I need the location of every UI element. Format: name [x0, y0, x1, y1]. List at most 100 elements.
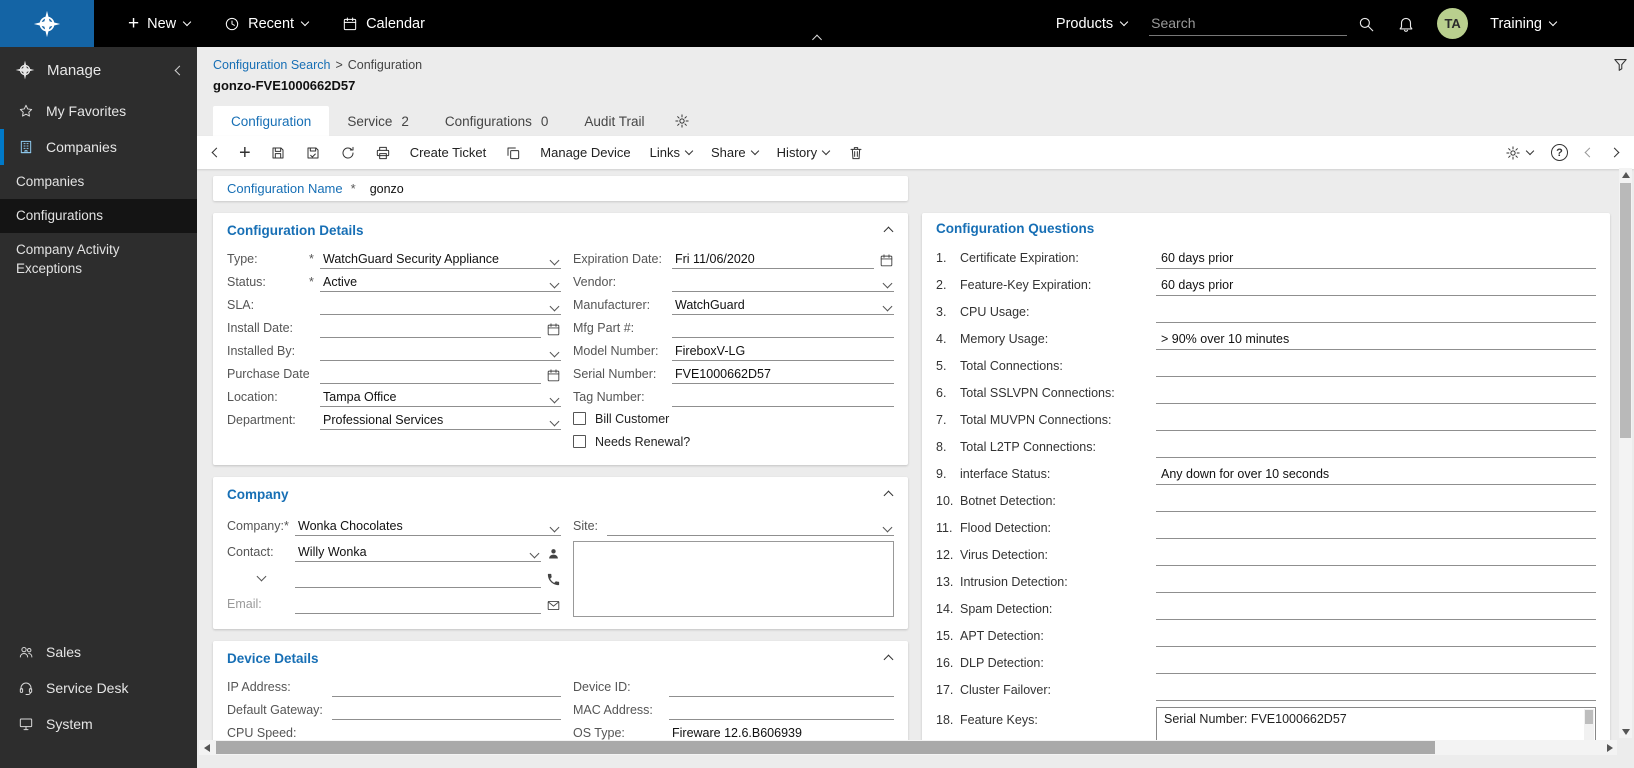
question-answer-input[interactable]: [1156, 373, 1596, 377]
refresh-button[interactable]: [340, 145, 356, 161]
scroll-up-arrow[interactable]: [1619, 168, 1632, 181]
field-input[interactable]: [669, 717, 894, 720]
question-answer-input[interactable]: [1156, 697, 1596, 701]
question-answer-input[interactable]: [1156, 454, 1596, 458]
back-button[interactable]: [213, 149, 220, 156]
question-answer-input[interactable]: [1156, 616, 1596, 620]
sidebar-item-service-desk[interactable]: Service Desk: [0, 670, 197, 706]
vertical-scroll-thumb[interactable]: [1620, 183, 1631, 438]
question-answer-input[interactable]: 60 days prior: [1156, 278, 1596, 296]
search-icon[interactable]: [1357, 15, 1375, 33]
sidebar-sub-item[interactable]: Companies: [0, 165, 197, 199]
add-button[interactable]: +: [239, 143, 251, 163]
field-input[interactable]: Fri 11/06/2020: [672, 252, 874, 269]
field-input[interactable]: [320, 335, 541, 338]
question-answer-input[interactable]: [1156, 589, 1596, 593]
company-select[interactable]: Wonka Chocolates: [295, 519, 561, 536]
share-menu-button[interactable]: Share: [711, 145, 758, 160]
scroll-right-arrow[interactable]: [1602, 740, 1617, 755]
vertical-scrollbar[interactable]: [1619, 168, 1632, 738]
scroll-left-arrow[interactable]: [199, 740, 214, 755]
phone-input[interactable]: [295, 585, 541, 588]
horizontal-scrollbar[interactable]: [199, 740, 1617, 755]
field-input[interactable]: [669, 694, 894, 697]
phone-icon[interactable]: [541, 572, 561, 588]
print-button[interactable]: [375, 145, 391, 161]
contact-select[interactable]: Willy Wonka: [295, 545, 541, 562]
collapse-sidebar-icon[interactable]: [175, 65, 185, 75]
tab-configuration[interactable]: Configuration: [213, 106, 329, 136]
question-answer-input[interactable]: [1156, 562, 1596, 566]
field-input[interactable]: [320, 381, 541, 384]
question-answer-input[interactable]: [1156, 670, 1596, 674]
site-select[interactable]: [607, 524, 894, 536]
sidebar-item-companies[interactable]: Companies: [0, 129, 197, 165]
question-answer-input[interactable]: 60 days prior: [1156, 251, 1596, 269]
address-textarea[interactable]: [573, 541, 894, 617]
save-button[interactable]: [270, 145, 286, 161]
manage-device-button[interactable]: Manage Device: [540, 145, 630, 160]
tab-settings-gear-icon[interactable]: [674, 106, 690, 136]
scroll-down-arrow[interactable]: [1619, 725, 1632, 738]
filter-funnel-icon[interactable]: [1612, 56, 1629, 73]
field-input[interactable]: FireboxV-LG: [672, 344, 894, 361]
copy-button[interactable]: [505, 145, 521, 161]
new-menu-button[interactable]: + New: [128, 14, 190, 33]
delete-button[interactable]: [848, 145, 864, 161]
question-answer-input[interactable]: [1156, 319, 1596, 323]
tab-audit-trail[interactable]: Audit Trail: [566, 106, 662, 136]
field-input[interactable]: Professional Services: [320, 413, 561, 430]
sidebar-sub-item[interactable]: Configurations: [0, 199, 197, 233]
user-avatar[interactable]: TA: [1437, 8, 1468, 39]
feature-keys-textarea[interactable]: Serial Number: FVE1000662D57: [1156, 707, 1596, 740]
field-input[interactable]: [320, 303, 561, 315]
field-input[interactable]: FVE1000662D57: [672, 367, 894, 384]
tab-service[interactable]: Service 2: [329, 106, 427, 136]
previous-record-button[interactable]: [1586, 149, 1593, 156]
field-input[interactable]: [672, 280, 894, 292]
collapse-header-button[interactable]: [814, 0, 821, 47]
sidebar-brand-manage[interactable]: Manage: [0, 47, 197, 93]
phone-type-select[interactable]: [227, 573, 295, 588]
breadcrumb-parent-link[interactable]: Configuration Search: [213, 58, 330, 72]
question-answer-input[interactable]: [1156, 535, 1596, 539]
contact-person-icon[interactable]: [541, 546, 561, 562]
calendar-icon[interactable]: [541, 368, 561, 384]
question-answer-input[interactable]: > 90% over 10 minutes: [1156, 332, 1596, 350]
checkbox[interactable]: [573, 412, 586, 425]
field-input[interactable]: Tampa Office: [320, 390, 561, 407]
next-record-button[interactable]: [1611, 149, 1618, 156]
sidebar-item-sales[interactable]: Sales: [0, 634, 197, 670]
horizontal-scroll-thumb[interactable]: [216, 741, 1435, 754]
field-input[interactable]: [332, 694, 561, 697]
recent-menu-button[interactable]: Recent: [224, 16, 308, 32]
calendar-icon[interactable]: [541, 322, 561, 338]
field-input[interactable]: Fireware 12.6.B606939: [669, 726, 894, 740]
field-input[interactable]: Active: [320, 275, 561, 292]
question-answer-input[interactable]: [1156, 643, 1596, 647]
field-input[interactable]: [672, 404, 894, 407]
field-input[interactable]: [332, 717, 561, 720]
calendar-icon[interactable]: [874, 253, 894, 269]
field-input[interactable]: WatchGuard: [672, 298, 894, 315]
checkbox[interactable]: [573, 435, 586, 448]
collapse-section-icon[interactable]: [883, 221, 894, 240]
configuration-name-input[interactable]: gonzo: [370, 182, 404, 196]
create-ticket-button[interactable]: Create Ticket: [410, 145, 487, 160]
tab-configurations[interactable]: Configurations 0: [427, 106, 567, 136]
settings-menu-button[interactable]: [1505, 145, 1533, 161]
connectwise-logo[interactable]: [0, 0, 94, 47]
question-answer-input[interactable]: [1156, 427, 1596, 431]
notifications-bell-icon[interactable]: [1397, 15, 1415, 33]
question-answer-input[interactable]: [1156, 508, 1596, 512]
calendar-menu-button[interactable]: Calendar: [342, 16, 425, 32]
email-input[interactable]: [295, 611, 541, 614]
collapse-section-icon[interactable]: [883, 649, 894, 668]
account-menu-button[interactable]: Training: [1490, 16, 1556, 32]
search-input[interactable]: [1149, 11, 1347, 36]
sidebar-sub-item[interactable]: Company Activity Exceptions: [0, 233, 197, 285]
products-menu-button[interactable]: Products: [1056, 16, 1127, 32]
field-input[interactable]: WatchGuard Security Appliance: [320, 252, 561, 269]
sidebar-item-system[interactable]: System: [0, 706, 197, 742]
question-answer-input[interactable]: Any down for over 10 seconds: [1156, 467, 1596, 485]
